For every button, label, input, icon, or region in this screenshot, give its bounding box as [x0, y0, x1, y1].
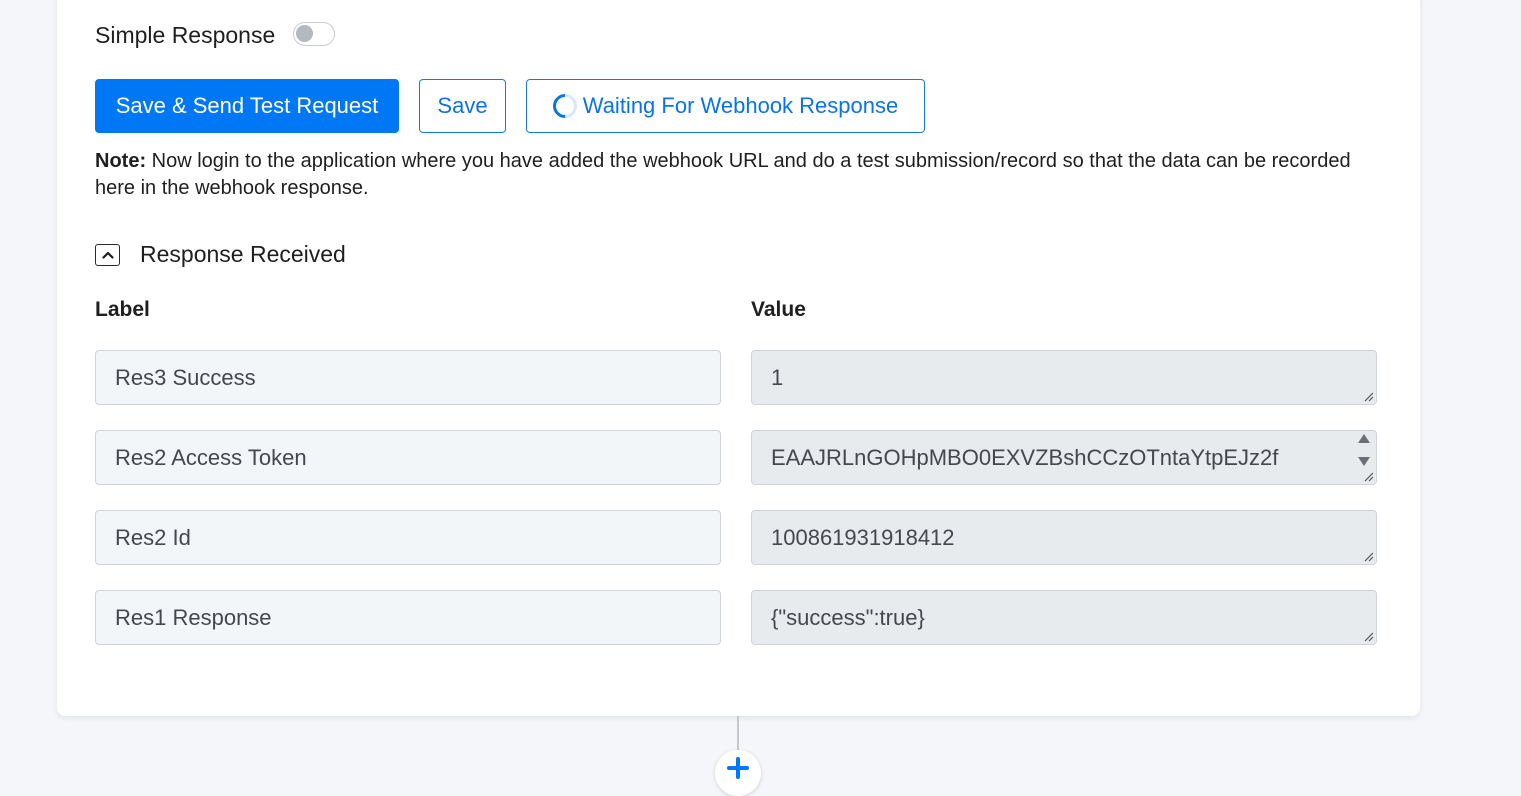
resize-grip-icon[interactable] — [1362, 550, 1374, 562]
action-buttons: Save & Send Test Request Save Waiting Fo… — [95, 79, 925, 133]
scroll-down-icon[interactable] — [1357, 455, 1371, 467]
simple-response-label: Simple Response — [95, 22, 276, 48]
response-value-field[interactable]: {"success":true} — [751, 590, 1377, 645]
response-label-field: Res1 Response — [95, 590, 721, 645]
response-value-field[interactable]: 100861931918412 — [751, 510, 1377, 565]
response-label-field: Res2 Access Token — [95, 430, 721, 485]
chevron-up-icon — [95, 243, 120, 266]
value-scrollbar[interactable] — [1356, 433, 1372, 467]
plus-icon — [727, 757, 749, 779]
simple-response-row: Simple Response — [95, 21, 336, 49]
resize-grip-icon[interactable] — [1362, 390, 1374, 402]
response-value-text: 100861931918412 — [771, 524, 955, 550]
note-body: Now login to the application where you h… — [95, 150, 1351, 199]
value-column-header: Value — [751, 298, 806, 321]
resize-grip-icon[interactable] — [1362, 630, 1374, 642]
response-received-toggle[interactable]: Response Received — [95, 241, 346, 268]
response-label-field: Res2 Id — [95, 510, 721, 565]
label-column-header: Label — [95, 298, 150, 321]
scroll-up-icon[interactable] — [1357, 433, 1371, 445]
waiting-for-webhook-response-button[interactable]: Waiting For Webhook Response — [526, 79, 925, 133]
save-button[interactable]: Save — [419, 79, 506, 133]
note-text: Note: Now login to the application where… — [95, 148, 1395, 202]
waiting-button-label: Waiting For Webhook Response — [582, 93, 899, 118]
resize-grip-icon[interactable] — [1362, 470, 1374, 482]
save-send-test-request-button[interactable]: Save & Send Test Request — [95, 79, 399, 133]
response-label-field: Res3 Success — [95, 350, 721, 405]
response-value-text: 1 — [771, 364, 784, 390]
note-prefix: Note: — [95, 150, 147, 172]
response-received-title: Response Received — [140, 241, 346, 267]
webhook-settings-card: Simple Response Save & Send Test Request… — [57, 0, 1420, 716]
loading-spinner-icon — [547, 89, 582, 123]
add-step-button[interactable] — [715, 750, 761, 796]
response-value-field[interactable]: 1 — [751, 350, 1377, 405]
flow-connector-line — [737, 716, 739, 752]
response-value-text: EAAJRLnGOHpMBO0EXVZBshCCzOTntaYtpEJz2f — [771, 444, 1279, 470]
response-value-text: {"success":true} — [771, 604, 925, 630]
toggle-knob — [296, 24, 314, 42]
simple-response-toggle[interactable] — [293, 21, 336, 46]
response-value-field[interactable]: EAAJRLnGOHpMBO0EXVZBshCCzOTntaYtpEJz2f — [751, 430, 1377, 485]
